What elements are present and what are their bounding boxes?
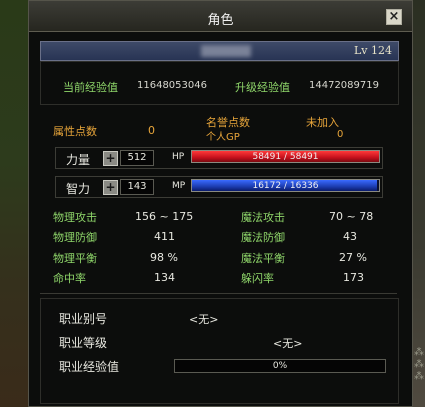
dodge-value: 173 xyxy=(343,271,364,284)
hit-label: 命中率 xyxy=(53,272,86,285)
intelligence-row: 智力 + 143 MP 16172 / 16336 xyxy=(55,176,383,198)
job-exp-bar: 0% xyxy=(174,359,386,373)
dodge-label: 躲闪率 xyxy=(241,272,274,285)
intelligence-label: 智力 xyxy=(66,182,91,196)
strength-value: 512 xyxy=(120,150,154,166)
background-left xyxy=(0,0,28,407)
phys-bal-label: 物理平衡 xyxy=(53,252,97,265)
job-exp-bar-text: 0% xyxy=(272,361,288,371)
job-level-value: <无> xyxy=(273,337,303,350)
mag-atk-label: 魔法攻击 xyxy=(241,211,285,224)
job-exp-label: 职业经验值 xyxy=(59,360,120,374)
hit-value: 134 xyxy=(154,271,175,284)
job-panel: 职业别号 <无> 职业等级 <无> 职业经验值 0% xyxy=(40,298,399,404)
job-alias-value: <无> xyxy=(189,313,219,326)
mp-bar: 16172 / 16336 xyxy=(191,179,380,192)
intelligence-value: 143 xyxy=(120,179,154,195)
next-exp-value: 14472089719 xyxy=(309,80,379,91)
job-alias-label: 职业别号 xyxy=(59,312,108,326)
background-right xyxy=(413,0,425,407)
mag-def-label: 魔法防御 xyxy=(241,231,285,244)
gp-value: 0 xyxy=(337,129,344,140)
character-window: 角色 × Lv 124 当前经验值 11648053046 升级经验值 1447… xyxy=(28,0,413,407)
intelligence-plus-icon[interactable]: + xyxy=(103,180,118,195)
mag-def-value: 43 xyxy=(343,230,357,243)
character-name-bar: Lv 124 xyxy=(40,41,399,61)
phys-atk-label: 物理攻击 xyxy=(53,211,97,224)
background-glyphs: ⁂ ⁂ ⁂ xyxy=(414,347,424,382)
next-exp-label: 升级经验值 xyxy=(235,81,290,94)
strength-row: 力量 + 512 HP 58491 / 58491 xyxy=(55,147,383,169)
title-bar[interactable]: 角色 × xyxy=(29,1,412,32)
mp-bar-text: 16172 / 16336 xyxy=(252,181,319,191)
current-exp-label: 当前经验值 xyxy=(63,81,118,94)
hp-bar: 58491 / 58491 xyxy=(191,150,380,163)
strength-label: 力量 xyxy=(66,153,91,167)
hp-bar-text: 58491 / 58491 xyxy=(252,152,319,162)
mag-bal-value: 27 % xyxy=(339,251,367,264)
phys-atk-value: 156 ~ 175 xyxy=(135,210,194,223)
strength-plus-icon[interactable]: + xyxy=(103,151,118,166)
attr-points-value: 0 xyxy=(148,124,155,137)
phys-def-value: 411 xyxy=(154,230,175,243)
window-title: 角色 xyxy=(207,13,234,28)
phys-def-label: 物理防御 xyxy=(53,231,97,244)
close-icon[interactable]: × xyxy=(386,9,402,25)
mag-bal-label: 魔法平衡 xyxy=(241,252,285,265)
gp-label: 个人GP xyxy=(206,132,240,143)
current-exp-value: 11648053046 xyxy=(137,80,207,91)
character-name-blurred xyxy=(201,45,251,57)
phys-bal-value: 98 % xyxy=(150,251,178,264)
attr-points-label: 属性点数 xyxy=(53,125,97,138)
mp-tag: MP xyxy=(172,181,186,191)
experience-panel: 当前经验值 11648053046 升级经验值 14472089719 xyxy=(40,61,399,105)
mag-atk-value: 70 ~ 78 xyxy=(329,210,374,223)
hp-tag: HP xyxy=(172,152,185,162)
job-level-label: 职业等级 xyxy=(59,336,108,350)
level-label: Lv 124 xyxy=(353,44,392,57)
honor-value: 未加入 xyxy=(306,116,339,129)
section-divider xyxy=(40,293,397,294)
